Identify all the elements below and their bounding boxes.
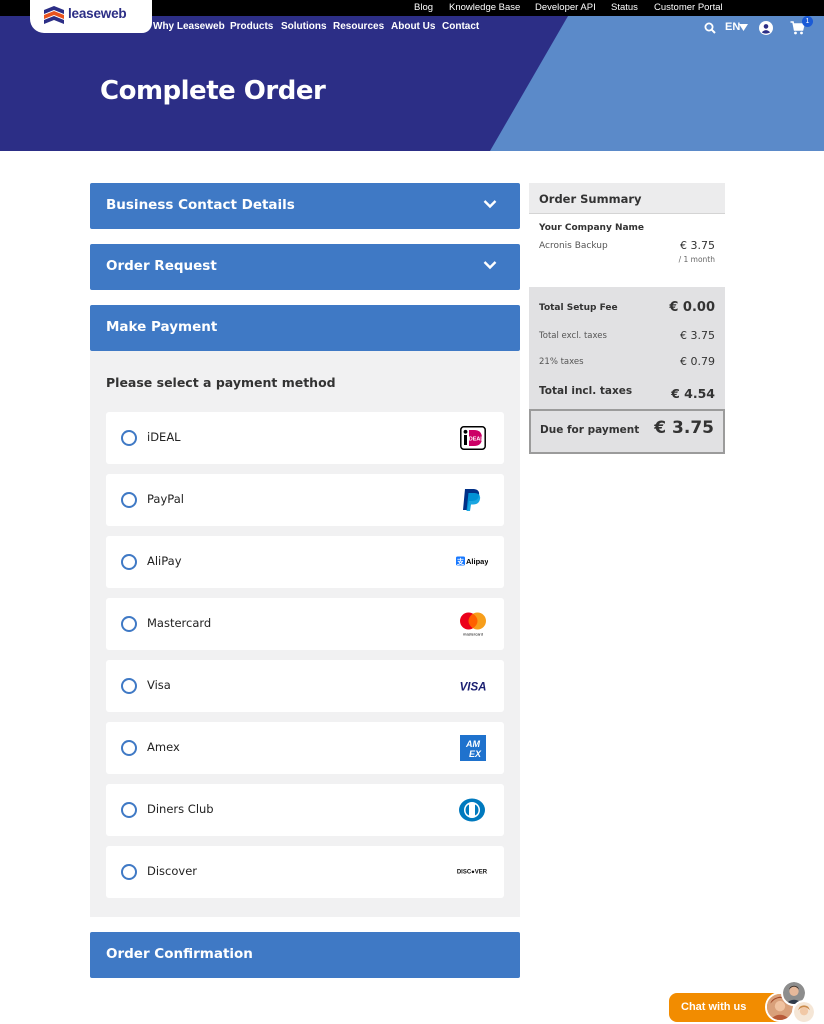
language-caret-icon[interactable]: [739, 24, 748, 31]
excl-taxes-label: Total excl. taxes: [539, 331, 607, 341]
radio-button[interactable]: [121, 554, 137, 570]
incl-taxes-value: € 4.54: [671, 386, 715, 401]
language-selector[interactable]: EN: [725, 21, 740, 33]
radio-button[interactable]: [121, 678, 137, 694]
business-contact-title: Business Contact Details: [106, 197, 295, 213]
mastercard-logo-icon: mastercard: [460, 612, 486, 637]
knowledge-base-link[interactable]: Knowledge Base: [449, 2, 520, 13]
product-name: Acronis Backup: [539, 241, 608, 251]
nav-about-us[interactable]: About Us: [391, 21, 435, 32]
page-title: Complete Order: [100, 76, 326, 106]
excl-taxes-value: € 3.75: [680, 329, 715, 342]
nav-why-leaseweb[interactable]: Why Leaseweb: [153, 21, 225, 32]
order-summary-panel: Order Summary Your Company Name Acronis …: [529, 183, 725, 454]
nav-solutions[interactable]: Solutions: [281, 21, 327, 32]
tax-label: 21% taxes: [539, 357, 584, 367]
tax-value: € 0.79: [680, 355, 715, 368]
payment-option-alipay[interactable]: AliPay 支 Alipay: [106, 536, 504, 588]
language-label[interactable]: EN: [725, 21, 740, 33]
discover-logo-text: DISC●VER: [457, 870, 488, 876]
radio-button[interactable]: [121, 864, 137, 880]
leaseweb-logo-text[interactable]: leaseweb: [68, 6, 127, 21]
alipay-logo-icon: 支 Alipay: [456, 556, 488, 566]
order-confirmation-section-header[interactable]: Order Confirmation: [90, 932, 520, 978]
status-link[interactable]: Status: [611, 2, 638, 13]
developer-api-link[interactable]: Developer API: [535, 2, 596, 13]
visa-logo-icon: VISA: [460, 682, 487, 694]
radio-button[interactable]: [121, 492, 137, 508]
due-for-payment-box: Due for payment € 3.75: [529, 409, 725, 454]
order-summary-header: Order Summary: [529, 183, 725, 214]
search-icon[interactable]: [704, 22, 716, 34]
cart-count-badge: 1: [802, 16, 813, 27]
setup-fee-label: Total Setup Fee: [539, 303, 618, 313]
chat-button-label: Chat with us: [681, 1001, 747, 1013]
make-payment-section-header[interactable]: Make Payment: [90, 305, 520, 351]
amex-logo-text-bottom: EX: [469, 749, 482, 759]
payment-option-label: Mastercard: [147, 616, 212, 630]
order-summary-totals: Total Setup Fee € 0.00 Total excl. taxes…: [529, 287, 725, 409]
account-icon[interactable]: [759, 21, 773, 35]
customer-portal-link[interactable]: Customer Portal: [654, 2, 723, 13]
nav-resources[interactable]: Resources: [333, 21, 384, 32]
incl-taxes-label: Total incl. taxes: [539, 385, 633, 397]
ideal-logo-text: iDEAL: [467, 437, 484, 443]
payment-option-mastercard[interactable]: Mastercard mastercard: [106, 598, 504, 650]
payment-option-amex[interactable]: Amex AM EX: [106, 722, 504, 774]
payment-option-label: Amex: [147, 740, 180, 754]
payment-option-paypal[interactable]: PayPal: [106, 474, 504, 526]
radio-button[interactable]: [121, 740, 137, 756]
payment-option-label: iDEAL: [147, 430, 181, 444]
amex-logo-text-top: AM: [465, 739, 480, 749]
payment-option-label: Visa: [147, 678, 171, 692]
payment-option-visa[interactable]: Visa VISA: [106, 660, 504, 712]
payment-method-heading: Please select a payment method: [106, 375, 336, 390]
visa-logo-text: VISA: [460, 682, 487, 694]
due-for-payment-label: Due for payment: [540, 424, 640, 436]
chevron-down-icon[interactable]: [483, 260, 497, 270]
business-contact-section-header[interactable]: Business Contact Details: [90, 183, 520, 229]
radio-button[interactable]: [121, 616, 137, 632]
product-period: / 1 month: [678, 255, 715, 264]
payment-option-label: PayPal: [147, 492, 184, 506]
payment-option-discover[interactable]: Discover DISC●VER: [106, 846, 504, 898]
due-for-payment-value: € 3.75: [654, 418, 714, 438]
svg-text:支: 支: [456, 557, 465, 566]
company-name: Your Company Name: [539, 223, 645, 233]
radio-button[interactable]: [121, 802, 137, 818]
ideal-logo-icon: iDEAL: [460, 426, 486, 450]
payment-option-ideal[interactable]: iDEAL iDEAL: [106, 412, 504, 464]
order-request-section-header[interactable]: Order Request: [90, 244, 520, 290]
radio-button[interactable]: [121, 430, 137, 446]
alipay-logo-text: Alipay: [466, 557, 488, 566]
page-root: Blog Knowledge Base Developer API Status…: [0, 0, 824, 1024]
nav-contact[interactable]: Contact: [442, 21, 479, 32]
chevron-down-icon[interactable]: [483, 199, 497, 209]
make-payment-title: Make Payment: [106, 319, 218, 335]
payment-option-label: AliPay: [147, 554, 182, 568]
mastercard-logo-text: mastercard: [463, 632, 483, 637]
diners-club-logo-icon: [459, 798, 485, 822]
blog-link[interactable]: Blog: [414, 2, 433, 13]
paypal-logo-icon: [463, 489, 481, 511]
discover-logo-icon: DISC●VER: [457, 870, 488, 876]
payment-option-label: Diners Club: [147, 802, 214, 816]
order-request-title: Order Request: [106, 258, 217, 274]
agent-avatar-3[interactable]: [792, 1000, 816, 1024]
order-summary-title: Order Summary: [539, 192, 642, 206]
amex-logo-icon: AM EX: [460, 735, 486, 761]
nav-products[interactable]: Products: [230, 21, 273, 32]
leaseweb-logo-icon[interactable]: [43, 5, 65, 25]
payment-option-label: Discover: [147, 864, 198, 878]
payment-option-diners-club[interactable]: Diners Club: [106, 784, 504, 836]
setup-fee-value: € 0.00: [669, 300, 715, 315]
order-confirmation-title: Order Confirmation: [106, 946, 253, 962]
product-price: € 3.75: [680, 239, 715, 252]
payment-methods-panel: Please select a payment method iDEAL iDE…: [90, 351, 520, 917]
order-summary-items: Your Company Name Acronis Backup € 3.75 …: [529, 214, 725, 287]
